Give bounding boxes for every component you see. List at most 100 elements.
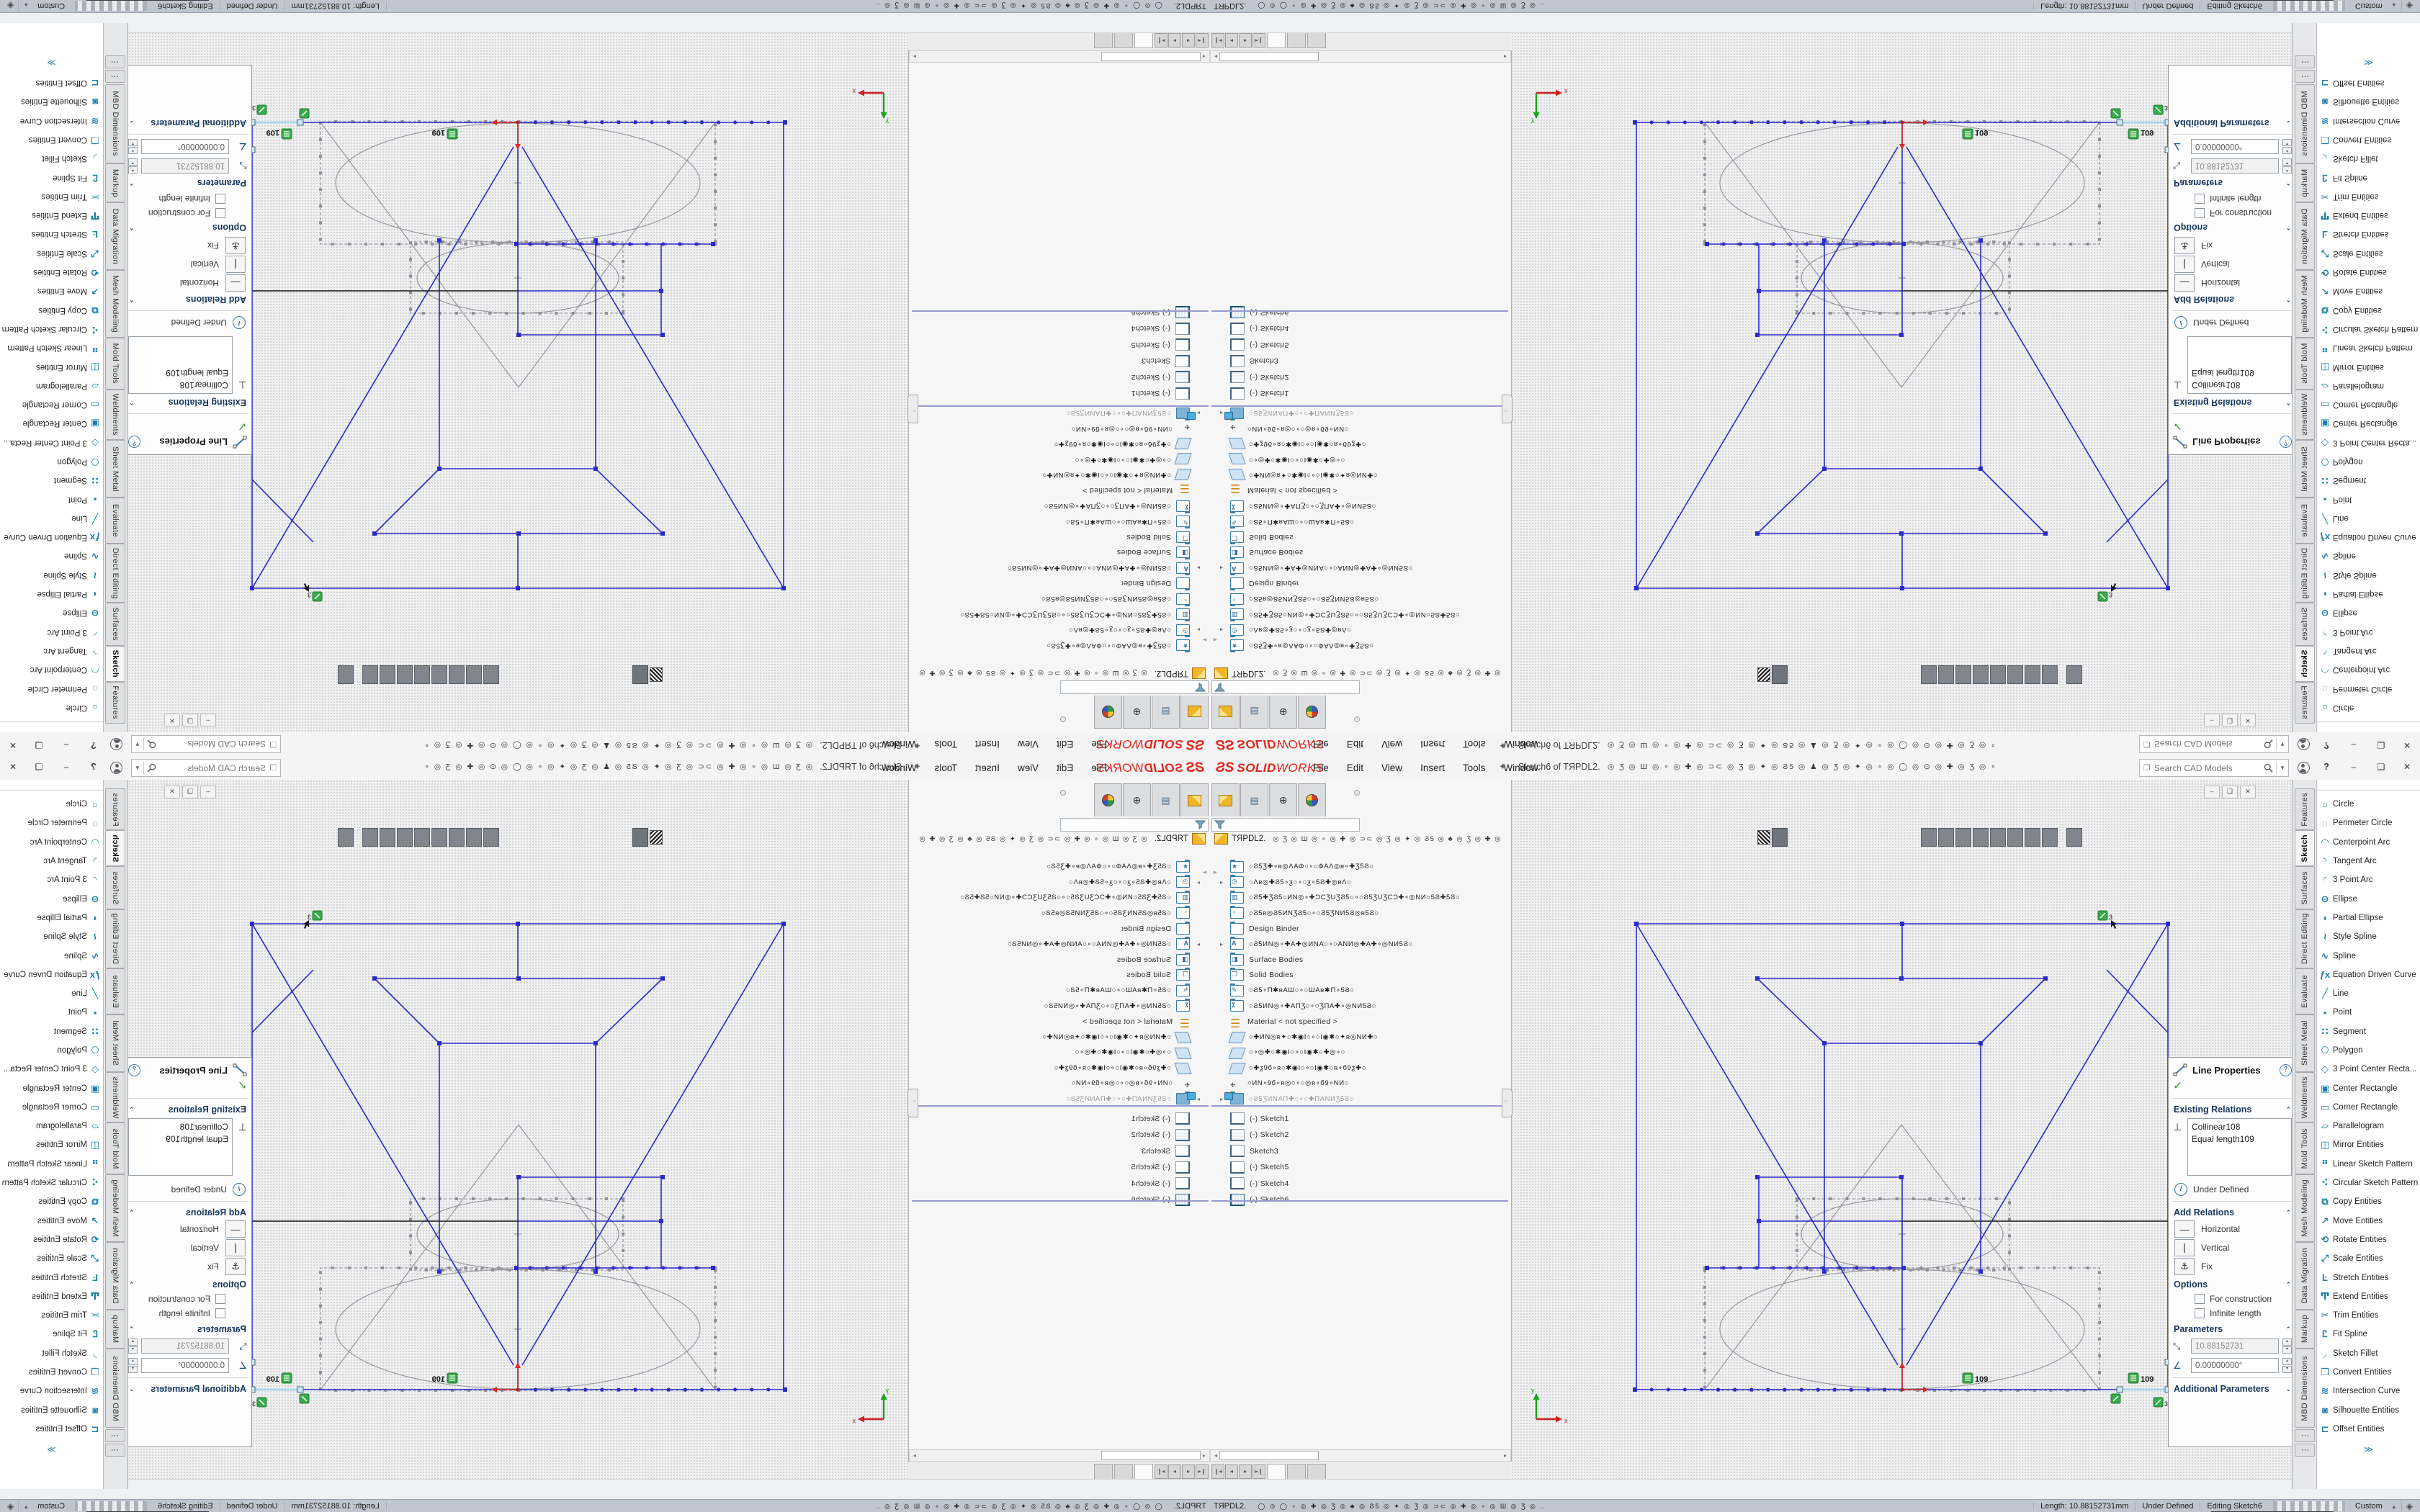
menu-item[interactable]: View <box>1016 737 1041 751</box>
tool-item[interactable]: ◖Partial Ellipse <box>0 909 103 927</box>
help-icon[interactable]: ? <box>2323 761 2329 772</box>
command-category-tab[interactable]: MBD Dimensions <box>2295 1349 2315 1428</box>
toolbar-icon[interactable] <box>397 828 413 847</box>
toolbar-icon[interactable] <box>828 666 842 683</box>
toolbar-icon[interactable] <box>580 666 594 683</box>
toolbar-icon[interactable] <box>796 666 810 683</box>
command-category-tab[interactable]: ⋮ <box>2295 1429 2315 1442</box>
featuremanager-tab[interactable] <box>1298 783 1326 816</box>
menu-item[interactable]: Edit <box>1345 761 1366 775</box>
toolbar-icon[interactable] <box>1794 829 1809 846</box>
command-category-tab[interactable]: Markup <box>105 163 125 202</box>
tree-row[interactable]: (-) Sketch2 <box>913 370 1210 385</box>
tool-item[interactable]: ◙Silhouette Entities <box>2317 1401 2420 1420</box>
search-box[interactable]: ❒ Search CAD Models ▼ <box>131 759 281 777</box>
tree-row[interactable]: ○✚ИN◎ʀ✦○✱◉Ι○∘○Ι◉✱○✦ʀ◎NИ✚○ <box>913 1030 1210 1045</box>
tool-item[interactable]: ⧉Copy Entities <box>0 1192 103 1211</box>
search-input[interactable]: Search CAD Models <box>159 739 266 750</box>
command-category-tab[interactable]: MBD Dimensions <box>105 84 125 163</box>
tool-item[interactable]: ↗Move Entities <box>0 282 103 300</box>
toolbar-icon[interactable] <box>1578 666 1592 683</box>
tool-item[interactable]: ⊖Ellipse <box>2317 603 2420 622</box>
document-tab[interactable] <box>1134 33 1153 48</box>
menu-item[interactable]: View <box>1379 737 1404 751</box>
toolbar-icon[interactable] <box>1626 666 1640 683</box>
vcr-button[interactable]: ▸❙ <box>1155 1464 1168 1479</box>
tool-item[interactable]: ∷Segment <box>0 1022 103 1041</box>
restore-button[interactable]: ❏ <box>2372 760 2390 774</box>
command-category-tab[interactable]: Surfaces <box>2295 866 2315 909</box>
command-category-tab[interactable]: Data Migration <box>2295 202 2315 270</box>
toolbar-icon[interactable] <box>764 829 779 846</box>
tool-item[interactable]: ↗Move Entities <box>2317 282 2420 300</box>
panel-splitter-handle[interactable] <box>908 1089 918 1117</box>
featuremanager-tab[interactable] <box>1094 783 1122 816</box>
tool-item[interactable]: ▱Parallelogram <box>0 377 103 395</box>
document-tab[interactable] <box>1307 1464 1326 1479</box>
search-dropdown-icon[interactable]: ▼ <box>132 762 144 774</box>
tree-row[interactable]: ▸ A ○Ϩ5ИN◎∘✚Α✚◎ИNΑ○∘○ΑNИ◎✚Α✚∘◎NИ5Ϩ○ <box>913 561 1210 576</box>
tool-item[interactable]: ⠪Circular Sketch Pattern <box>2317 320 2420 338</box>
vcr-button[interactable]: ❙◂ <box>1196 1464 1209 1479</box>
toolbar-icon[interactable] <box>1772 665 1788 684</box>
command-category-tab[interactable]: Sheet Metal <box>105 440 125 498</box>
menu-item[interactable]: Insert <box>973 761 1002 775</box>
tree-row[interactable]: ▸ ○Ϩ5ƷИNΑΠ✚○∘○✚ΠΑNИƷ5Ϩ○ <box>1210 1092 1507 1107</box>
tree-filter-box[interactable] <box>1060 680 1209 694</box>
toolbar-icon[interactable] <box>2059 666 2065 683</box>
toolbar-icon[interactable] <box>2025 828 2040 847</box>
search-input[interactable]: Search CAD Models <box>2154 763 2261 773</box>
tree-row[interactable]: (-) Sketch1 <box>1210 1111 1507 1126</box>
toolbar-icon[interactable] <box>780 666 794 683</box>
featuremanager-tab[interactable]: ▤ <box>1240 696 1268 729</box>
tree-row[interactable]: ❒ Solid Bodies <box>913 968 1210 983</box>
tree-row[interactable]: ○∘◎✚○✱◉Ι○∘○Ι◉✱○✚◎∘○ <box>913 1045 1210 1060</box>
toolbar-icon[interactable] <box>1921 665 1937 684</box>
toolbar-icon[interactable] <box>2025 665 2040 684</box>
quick-access-toolbar-glitched[interactable]: ◎ Ʒ ◎ Ш ◎ ∘ ◎ ✚ ◎ ⊃⊂ ◎ Ʒ ◎ ✦ ◎ Ϩ5 ◎ ♟ ◎ … <box>423 741 812 750</box>
tool-item[interactable]: ͲExtend Entities <box>0 206 103 225</box>
user-avatar-icon[interactable] <box>110 738 122 750</box>
menu-item[interactable]: File <box>1089 761 1109 775</box>
tool-item[interactable]: ≀Style Spline <box>2317 927 2420 946</box>
tool-item[interactable]: ▣Center Rectangle <box>2317 1079 2420 1097</box>
toolbar-icon[interactable] <box>2066 665 2082 684</box>
command-category-tab[interactable]: Direct Editing <box>105 544 125 603</box>
spinner[interactable]: ▴▾ <box>128 139 138 154</box>
toolbar-icon[interactable] <box>1905 829 1919 846</box>
toolbar-icon[interactable] <box>1938 828 1954 847</box>
tree-row[interactable]: ▸ ◷ ○Λʀ◎✚Ϩ5∘ƺ○∘○ƺ∘5Ϩ✚◎ʀΛ○ <box>913 875 1210 890</box>
command-category-tab[interactable]: Mold Tools <box>2295 338 2315 390</box>
restore-button[interactable]: ❏ <box>2372 738 2390 752</box>
pin-icon[interactable]: ✦ <box>1499 739 1507 751</box>
tree-row[interactable]: ○✚ИN◎ʀ✦○✱◉Ι○∘○Ι◉✱○✦ʀ◎NИ✚○ <box>913 468 1210 483</box>
tree-row[interactable]: ⌖ ○ИN∘9б∘ʀ◎○∘○◎ʀ∘б9∘NИ○ <box>1210 421 1507 436</box>
menu-item[interactable]: File <box>1311 737 1331 751</box>
user-avatar-icon[interactable] <box>2298 762 2310 774</box>
tool-item[interactable]: ◙Silhouette Entities <box>0 1401 103 1420</box>
search-dropdown-icon[interactable]: ▼ <box>2276 762 2288 774</box>
angle-field[interactable]: 0.00000000° <box>141 139 229 154</box>
tool-item[interactable]: ≀Style Spline <box>0 566 103 585</box>
tree-row[interactable]: ▥ ○Ϩ5✚ƷϨ5○ИN◎∘✚ƆϹƷUƷϨ5○∘○Ϩ5ƷUƷϹƆ✚∘◎NИ○5Ϩ… <box>913 890 1210 905</box>
search-icon[interactable] <box>2264 739 2273 749</box>
featuremanager-tab[interactable]: ⊕ <box>1269 696 1297 729</box>
toolbar-icon[interactable] <box>580 829 594 846</box>
toolbar-icon[interactable] <box>380 665 395 684</box>
panel-splitter-handle[interactable] <box>1502 395 1512 423</box>
scrollbar-thumb[interactable] <box>1219 1451 1319 1460</box>
tree-row[interactable]: ◨ Surface Bodies <box>913 952 1210 967</box>
tree-row[interactable]: ▸ ○Ϩ5ƷИNΑΠ✚○∘○✚ΠΑNИƷ5Ϩ○ <box>1210 406 1507 421</box>
tool-item[interactable]: ▪Point <box>0 1003 103 1022</box>
tree-row[interactable]: Σ ○Ϩ5ИN◎∘✚ΑΠƷ○∘○ƷΠΑ✚∘◎NИ5Ϩ○ <box>913 999 1210 1014</box>
toolbar-icon[interactable] <box>414 828 430 847</box>
tool-item[interactable]: ◞Sketch Fillet <box>0 1344 103 1363</box>
tree-row[interactable]: ▥ ○Ϩ5✚ƷϨ5○ИN◎∘✚ƆϹƷUƷϨ5○∘○Ϩ5ƷUƷϹƆ✚∘◎NИ○5Ϩ… <box>1210 607 1507 622</box>
minimize-button[interactable]: – <box>57 760 76 774</box>
toolbar-icon[interactable] <box>1889 829 1904 846</box>
option-checkbox-row[interactable]: For construction <box>2169 206 2296 220</box>
search-dropdown-icon[interactable]: ▼ <box>132 738 144 750</box>
toolbar-icon[interactable] <box>680 829 684 846</box>
tool-item[interactable]: ≀Style Spline <box>0 927 103 946</box>
tool-item[interactable]: ◞Sketch Fillet <box>2317 149 2420 168</box>
